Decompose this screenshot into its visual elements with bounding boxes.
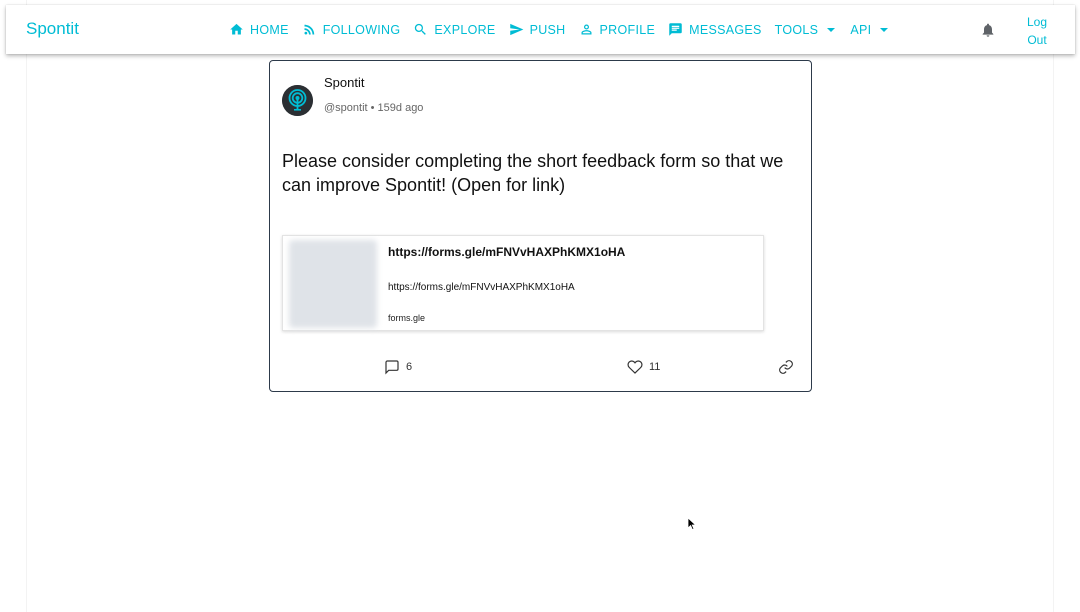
comment-count: 6 xyxy=(406,361,413,373)
link-preview[interactable]: https://forms.gle/mFNVvHAXPhKMX1oHA http… xyxy=(282,235,764,331)
like-count: 11 xyxy=(649,361,661,373)
brand-logo-link[interactable]: Spontit xyxy=(26,19,79,39)
link-title: https://forms.gle/mFNVvHAXPhKMX1oHA xyxy=(388,245,626,259)
comment-icon xyxy=(385,360,399,375)
mouse-cursor-icon xyxy=(687,517,697,531)
nav-api-dropdown[interactable]: API xyxy=(850,23,890,37)
caret-down-icon xyxy=(880,27,889,32)
nav-tools-dropdown[interactable]: TOOLS xyxy=(775,23,838,37)
nav-following-label: FOLLOWING xyxy=(322,22,401,37)
caret-down-icon xyxy=(827,27,836,32)
nav-home-label: HOME xyxy=(250,22,289,37)
logout-label-line1: Log xyxy=(1026,15,1048,29)
post-actions: 6 11 xyxy=(270,357,811,377)
nav-home[interactable]: HOME xyxy=(229,22,289,37)
nav-api-label: API xyxy=(850,22,872,37)
nav-profile-label: PROFILE xyxy=(599,22,656,37)
top-navbar: Spontit HOME FOLLOWING EXPLORE PUSH PROF… xyxy=(6,5,1075,54)
notifications-button[interactable] xyxy=(980,21,996,39)
broadcast-tower-icon xyxy=(282,85,313,116)
chat-icon xyxy=(669,23,682,36)
logout-label-line2: Out xyxy=(1027,33,1047,47)
send-icon xyxy=(509,23,523,36)
link-domain: forms.gle xyxy=(388,313,426,323)
nav-profile[interactable]: PROFILE xyxy=(579,22,656,37)
post-text: Please consider completing the short fee… xyxy=(282,151,784,195)
nav-explore[interactable]: EXPLORE xyxy=(413,22,495,37)
nav-push[interactable]: PUSH xyxy=(509,22,566,37)
page: Spontit HOME FOLLOWING EXPLORE PUSH PROF… xyxy=(0,0,1080,612)
meta-separator: • xyxy=(367,102,378,114)
nav-push-label: PUSH xyxy=(529,22,566,37)
nav-tools-label: TOOLS xyxy=(774,22,819,37)
link-thumbnail xyxy=(289,240,377,328)
author-handle[interactable]: @spontit xyxy=(324,102,368,114)
comment-button[interactable]: 6 xyxy=(384,359,412,375)
rss-icon xyxy=(304,24,314,35)
nav-following[interactable]: FOLLOWING xyxy=(302,22,401,37)
author-name[interactable]: Spontit xyxy=(324,75,364,90)
heart-icon xyxy=(627,360,643,374)
bell-icon xyxy=(982,23,994,37)
link-icon xyxy=(779,360,793,374)
search-icon xyxy=(415,23,427,35)
copy-link-button[interactable] xyxy=(778,359,794,380)
post-card[interactable]: Spontit @spontit • 159d ago Please consi… xyxy=(269,60,812,392)
nav-explore-label: EXPLORE xyxy=(434,22,496,37)
post-age: 159d ago xyxy=(377,102,424,114)
nav-messages[interactable]: MESSAGES xyxy=(668,22,762,37)
home-icon xyxy=(230,23,243,35)
nav-messages-label: MESSAGES xyxy=(689,22,762,37)
avatar[interactable] xyxy=(282,85,313,116)
like-button[interactable]: 11 xyxy=(627,359,660,375)
link-description: https://forms.gle/mFNVvHAXPhKMX1oHA xyxy=(388,282,575,293)
post-meta: @spontit • 159d ago xyxy=(324,102,423,114)
person-icon xyxy=(581,24,592,35)
nav-links: HOME FOLLOWING EXPLORE PUSH PROFILE MESS… xyxy=(229,5,903,54)
logout-button[interactable]: Log Out xyxy=(1022,13,1052,49)
